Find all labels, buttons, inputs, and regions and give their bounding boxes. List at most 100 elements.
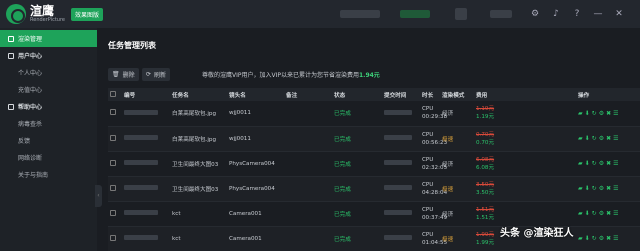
row-actions[interactable]: ▰⬇↻⚙✖☰ <box>576 226 640 251</box>
sidebar-item-virus-scan[interactable]: 病毒查杀 <box>0 115 97 132</box>
row-checkbox[interactable] <box>108 176 122 202</box>
details-icon[interactable]: ☰ <box>613 210 620 217</box>
status-badge: 已完成 <box>332 126 382 152</box>
sidebar-group-help-center[interactable]: 帮助中心 <box>0 98 97 115</box>
camera-name: Camera001 <box>227 201 284 227</box>
sidebar-item-recharge[interactable]: 充值中心 <box>0 81 97 98</box>
row-checkbox[interactable] <box>108 201 122 227</box>
rerender-icon[interactable]: ↻ <box>592 160 599 167</box>
col-header-cost: 费用 <box>474 88 516 101</box>
task-name: 卫生间最终大图03 <box>170 151 227 177</box>
cost: 0.70元 0.70元 <box>474 126 516 152</box>
row-checkbox[interactable] <box>108 126 122 152</box>
settings-icon[interactable]: ⚙ <box>599 210 606 217</box>
sidebar-item-network-diagnosis[interactable]: 网络诊断 <box>0 149 97 166</box>
open-folder-icon[interactable]: ▰ <box>578 135 585 142</box>
settings-icon[interactable]: ⚙ <box>599 185 606 192</box>
note <box>284 176 332 202</box>
download-icon[interactable]: ⬇ <box>585 185 592 192</box>
details-icon[interactable]: ☰ <box>613 135 620 142</box>
table-row[interactable]: 卫生间最终大图03 PhysCamera004 已完成 CPU 04:28:04 极速 3.… <box>108 176 640 202</box>
rerender-icon[interactable]: ↻ <box>592 185 599 192</box>
notification-bell-icon[interactable]: ♪ <box>551 9 561 19</box>
open-folder-icon[interactable]: ▰ <box>578 235 585 242</box>
logo-subtitle: RenderPicture <box>30 17 65 23</box>
cost: 6.08元 6.08元 <box>474 151 516 177</box>
submit-time-blurred <box>382 176 420 202</box>
task-id-blurred <box>122 226 170 251</box>
download-icon[interactable]: ⬇ <box>585 110 592 117</box>
sidebar-item-feedback[interactable]: 反馈 <box>0 132 97 149</box>
note <box>284 226 332 251</box>
details-icon[interactable]: ☰ <box>613 185 620 192</box>
open-folder-icon[interactable]: ▰ <box>578 185 585 192</box>
duration: CPU 02:32:05 <box>420 151 447 177</box>
download-icon[interactable]: ⬇ <box>585 135 592 142</box>
sidebar-item-about[interactable]: 关于与指南 <box>0 166 97 183</box>
submit-time-blurred <box>382 151 420 177</box>
details-icon[interactable]: ☰ <box>613 110 620 117</box>
row-checkbox[interactable] <box>108 151 122 177</box>
open-folder-icon[interactable]: ▰ <box>578 210 585 217</box>
savings-amount: 1.94元 <box>359 72 380 79</box>
cost: 3.50元 3.50元 <box>474 176 516 202</box>
camera-name: PhysCamera004 <box>227 151 284 177</box>
duration: CPU 00:56:23 <box>420 126 447 152</box>
sidebar-group-user-center[interactable]: 用户中心 <box>0 47 97 64</box>
select-all-checkbox[interactable] <box>108 88 122 101</box>
logo-name: 渲鹰 <box>30 4 55 18</box>
row-actions[interactable]: ▰⬇↻⚙✖☰ <box>576 151 640 177</box>
row-checkbox[interactable] <box>108 226 122 251</box>
details-icon[interactable]: ☰ <box>613 235 620 242</box>
render-mode: 极速 <box>440 126 474 152</box>
row-checkbox[interactable] <box>108 101 122 127</box>
download-icon[interactable]: ⬇ <box>585 160 592 167</box>
minimize-icon[interactable]: — <box>593 9 603 19</box>
col-header-status: 状态 <box>332 88 382 101</box>
sidebar-item-personal[interactable]: 个人中心 <box>0 64 97 81</box>
sidebar-collapse-handle[interactable]: ‹ <box>95 185 102 207</box>
table-header-row: 编号 任务名 镜头名 备注 状态 提交时间 时长 渲染模式 费用 操作 <box>108 88 640 101</box>
row-actions[interactable]: ▰⬇↻⚙✖☰ <box>576 201 640 227</box>
blurred-avatar <box>455 8 467 20</box>
col-header-id: 编号 <box>122 88 170 101</box>
col-header-blank <box>516 88 576 101</box>
settings-icon[interactable]: ⚙ <box>599 160 606 167</box>
trash-icon: 🗑 <box>112 71 120 78</box>
rerender-icon[interactable]: ↻ <box>592 135 599 142</box>
spacer <box>516 201 576 227</box>
details-icon[interactable]: ☰ <box>613 160 620 167</box>
rerender-icon[interactable]: ↻ <box>592 210 599 217</box>
close-icon[interactable]: ✕ <box>614 9 624 19</box>
sidebar-item-render-management[interactable]: 渲染管理 <box>0 30 97 47</box>
download-icon[interactable]: ⬇ <box>585 235 592 242</box>
duration: CPU 04:28:04 <box>420 176 447 202</box>
rerender-icon[interactable]: ↻ <box>592 110 599 117</box>
settings-icon[interactable]: ⚙ <box>599 235 606 242</box>
settings-icon[interactable]: ⚙ <box>599 135 606 142</box>
table-row[interactable]: 白莱高尾软包.jpg wjj0011 已完成 CPU 00:56:23 极速 0.70元 0.… <box>108 126 640 152</box>
note <box>284 126 332 152</box>
settings-icon[interactable]: ⚙ <box>599 110 606 117</box>
delete-button[interactable]: 🗑 删除 <box>108 68 139 81</box>
version-badge[interactable]: 效果图版 <box>71 7 104 21</box>
open-folder-icon[interactable]: ▰ <box>578 110 585 117</box>
row-actions[interactable]: ▰⬇↻⚙✖☰ <box>576 126 640 152</box>
spacer <box>516 176 576 202</box>
refresh-button[interactable]: ⟳ 刷新 <box>142 68 171 81</box>
open-folder-icon[interactable]: ▰ <box>578 160 585 167</box>
blurred-balance <box>400 10 430 18</box>
duration: CPU 01:04:55 <box>420 226 447 251</box>
help-icon[interactable]: ? <box>572 9 582 19</box>
rerender-icon[interactable]: ↻ <box>592 235 599 242</box>
table-row[interactable]: 白莱高尾软包.jpg wjj0011 已完成 CPU 00:29:38 经济 1.19元 1.… <box>108 101 640 127</box>
render-mode: 经济 <box>440 101 474 127</box>
row-actions[interactable]: ▰⬇↻⚙✖☰ <box>576 176 640 202</box>
table-row[interactable]: 卫生间最终大图03 PhysCamera004 已完成 CPU 02:32:05 经济 6.… <box>108 151 640 177</box>
settings-gear-icon[interactable]: ⚙ <box>530 9 540 19</box>
table-row[interactable]: kct Camera001 已完成 CPU 00:37:49 经济 1.51元 1.51元 ▰⬇… <box>108 201 640 227</box>
note <box>284 201 332 227</box>
download-icon[interactable]: ⬇ <box>585 210 592 217</box>
row-actions[interactable]: ▰⬇↻⚙✖☰ <box>576 101 640 127</box>
cost: 1.19元 1.19元 <box>474 101 516 127</box>
